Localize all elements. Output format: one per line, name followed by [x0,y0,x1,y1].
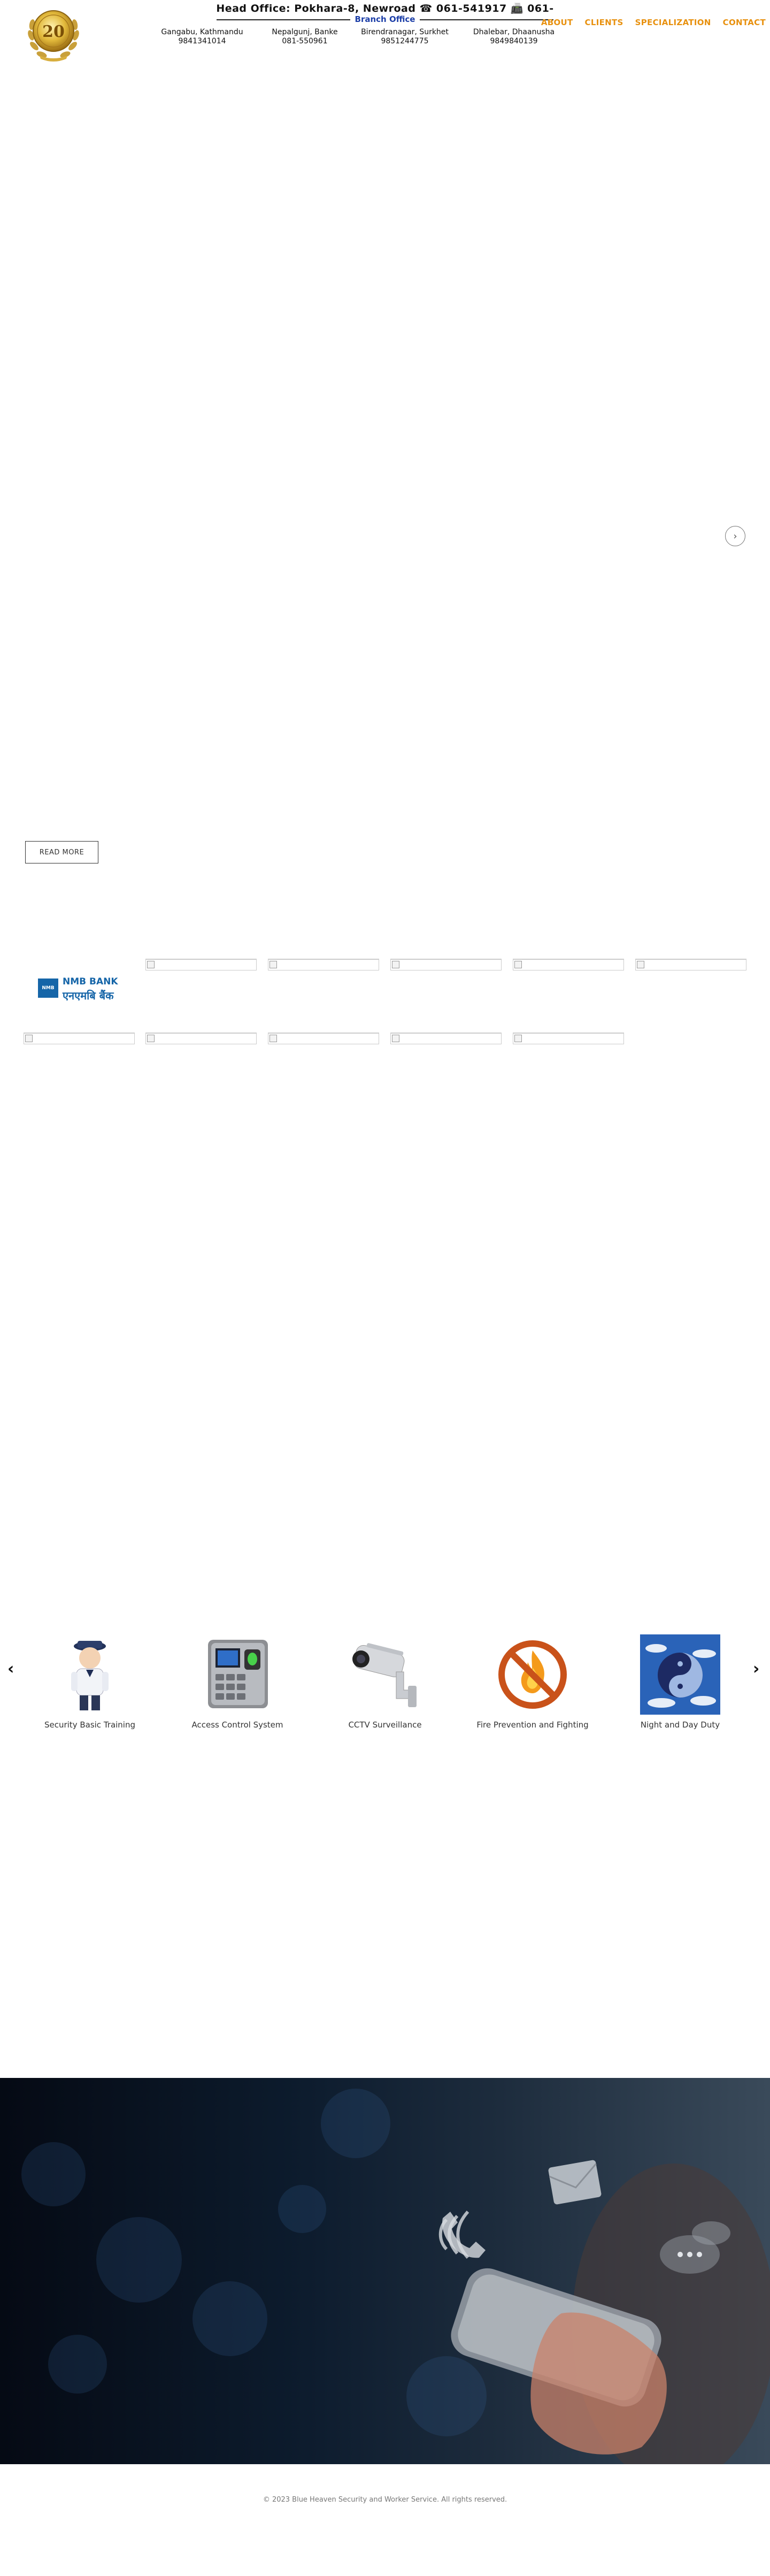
branch-dhalebar: Dhalebar, Dhaanusha 9849840139 [463,28,565,46]
chevron-left-icon: ‹ [7,1660,14,1678]
branch-place: Nepalgunj, Banke [272,28,338,36]
client-logo [513,1033,624,1044]
spec-next-button[interactable]: › [753,1660,759,1678]
fingerprint-terminal-icon [208,1640,268,1708]
anniversary-logo-icon[interactable]: 20 [24,3,83,63]
spec-prev-button[interactable]: ‹ [7,1660,14,1678]
branch-phone: 9849840139 [490,37,538,45]
client-name-en: NMB BANK [63,976,118,987]
security-guard-icon [71,1641,109,1710]
contact-banner-image [0,2078,770,2464]
branch-phone: 9851244775 [381,37,429,45]
broken-image-icon [637,961,644,968]
chevron-right-icon: › [733,530,737,542]
client-logo [24,1033,135,1044]
client-logo [145,959,257,970]
branch-place: Gangabu, Kathmandu [161,28,243,36]
spec-item-fire-prevention[interactable]: Fire Prevention and Fighting [468,1634,597,1730]
spec-label: Security Basic Training [44,1720,136,1730]
nav-about[interactable]: ABOUT [541,18,573,27]
client-logo [513,959,624,970]
cctv-camera-icon [352,1643,417,1707]
branch-phone: 9841341014 [178,37,226,45]
spec-label: Fire Prevention and Fighting [476,1720,589,1730]
spec-label: CCTV Surveillance [348,1720,422,1730]
branch-place: Birendranagar, Surkhet [361,28,449,36]
client-logo-nmb-bank: NMB NMB BANK एनएमबि बैंक [38,975,124,1005]
hand-phone-illustration [438,2160,770,2464]
night-day-icon [640,1634,720,1715]
client-logo [268,959,379,970]
spec-item-night-day-duty[interactable]: Night and Day Duty [616,1634,744,1730]
spec-label: Access Control System [191,1720,283,1730]
main-nav: ABOUT CLIENTS SPECIALIZATION CONTACT [541,18,766,27]
broken-image-icon [147,961,155,968]
broken-image-icon [514,961,522,968]
read-more-button[interactable]: READ MORE [25,841,98,863]
client-logo [390,959,502,970]
client-logo [635,959,746,970]
chevron-right-icon: › [753,1660,760,1678]
svg-text:20: 20 [42,22,65,41]
branch-nepalgunj: Nepalgunj, Banke 081-550961 [254,28,356,46]
broken-image-icon [392,961,399,968]
nav-clients[interactable]: CLIENTS [585,18,623,27]
footer-copyright: © 2023 Blue Heaven Security and Worker S… [263,2496,507,2504]
client-logo [145,1033,257,1044]
branch-birendranagar: Birendranagar, Surkhet 9851244775 [354,28,456,46]
broken-image-icon [147,1035,155,1042]
spec-item-security-training[interactable]: Security Basic Training [26,1634,154,1730]
broken-image-icon [25,1035,33,1042]
client-logo [390,1033,502,1044]
client-logo [268,1033,379,1044]
site-header: 20 Head Office: Pokhara-8, Newroad ☎ 061… [0,0,770,70]
broken-image-icon [514,1035,522,1042]
spec-item-access-control[interactable]: Access Control System [173,1634,302,1730]
branch-phone: 081-550961 [282,37,328,45]
broken-image-icon [270,961,277,968]
nmb-logo-icon: NMB [38,979,58,998]
nav-specialization[interactable]: SPECIALIZATION [635,18,711,27]
hero-next-button[interactable]: › [725,526,745,546]
branch-place: Dhalebar, Dhaanusha [473,28,555,36]
no-fire-icon [498,1640,567,1709]
branch-office-title: Branch Office [350,14,420,25]
spec-label: Night and Day Duty [640,1720,720,1730]
nav-contact[interactable]: CONTACT [723,18,766,27]
client-name-np: एनएमबि बैंक [63,989,114,1002]
broken-image-icon [392,1035,399,1042]
branch-gangabu: Gangabu, Kathmandu 9841341014 [151,28,253,46]
spec-item-cctv[interactable]: CCTV Surveillance [321,1634,449,1730]
broken-image-icon [270,1035,277,1042]
